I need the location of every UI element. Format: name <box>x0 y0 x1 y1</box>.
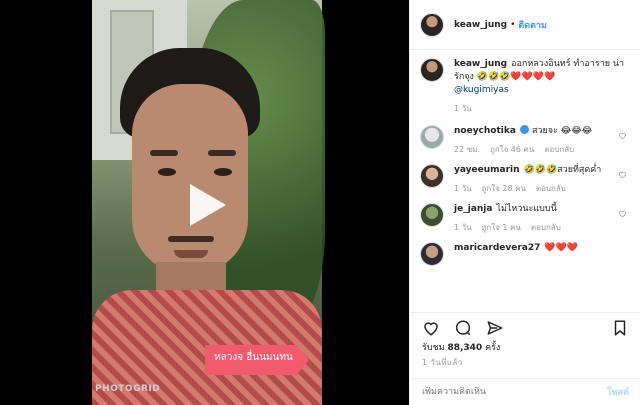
post-sidebar: keaw_jung • ติดตาม keaw_jung ออกหลวงอินทร… <box>409 0 640 405</box>
views-suffix: ครั้ง <box>485 343 501 353</box>
comments-list[interactable]: keaw_jung ออกหลวงอินทร์ ทำอาราย น่ารักจุง… <box>410 58 640 308</box>
comment-time: 22 ชม. <box>454 145 480 154</box>
mustache <box>168 236 214 242</box>
reply-button[interactable]: ตอบกลับ <box>531 221 561 234</box>
comment-likes[interactable]: ถูกใจ 28 คน <box>482 182 526 195</box>
sticker-text: หลวงจ อื่นนมนทน <box>214 352 293 363</box>
comment-text: 🤣🤣🤣สวยที่สุดค่ำ <box>523 165 602 175</box>
comment-meta: 1 วัน ถูกใจ 28 คน ตอบกลับ <box>454 182 631 195</box>
comment-text-block: yayeeumarin 🤣🤣🤣สวยที่สุดค่ำ <box>454 164 631 177</box>
comment-text-block: noeychotika สวยจะ 😂😂😂 <box>454 125 631 138</box>
left-eye <box>158 168 176 176</box>
person-face <box>132 84 248 274</box>
avatar[interactable] <box>420 242 444 266</box>
comment-text-block: je_janja ไม่ไหวนะแบบนี้ <box>454 203 631 216</box>
header-username[interactable]: keaw_jung <box>454 20 507 30</box>
list-item: maricardevera27 ❤️❤️❤️ <box>410 242 640 266</box>
comment-meta: 1 วัน ถูกใจ 1 คน ตอบกลับ <box>454 221 631 234</box>
views-label: รับชม <box>422 343 445 353</box>
post-timestamp[interactable]: 1 วันที่แล้ว <box>422 356 463 369</box>
caption-time: 1 วัน <box>454 104 472 113</box>
caption-text-block: keaw_jung ออกหลวงอินทร์ ทำอาราย น่ารักจุง… <box>454 58 631 97</box>
like-comment-heart-icon[interactable] <box>618 131 627 140</box>
reply-button[interactable]: ตอบกลับ <box>544 143 574 156</box>
list-item: yayeeumarin 🤣🤣🤣สวยที่สุดค่ำ 1 วัน ถูกใจ 2… <box>410 164 640 195</box>
like-heart-icon[interactable] <box>422 319 440 337</box>
caption-mention[interactable]: @kugimiyas <box>454 85 509 95</box>
comment-username[interactable]: noeychotika <box>454 126 516 136</box>
comment-text: ❤️❤️❤️ <box>544 243 578 253</box>
action-bar <box>410 312 640 342</box>
left-eyebrow <box>150 150 178 156</box>
comment-input[interactable] <box>422 387 607 397</box>
right-eyebrow <box>208 150 236 156</box>
avatar[interactable] <box>420 164 444 188</box>
comment-text-block: maricardevera27 ❤️❤️❤️ <box>454 242 631 255</box>
reply-button[interactable]: ตอบกลับ <box>536 182 566 195</box>
comment-time: 1 วัน <box>454 184 472 193</box>
follow-button[interactable]: ติดตาม <box>518 18 547 32</box>
photogrid-watermark: PHOTOGRID <box>95 384 161 394</box>
share-icon[interactable] <box>486 319 504 337</box>
comment-likes[interactable]: ถูกใจ 1 คน <box>482 221 521 234</box>
caption-meta: 1 วัน <box>454 102 631 115</box>
verified-badge-icon <box>519 125 529 134</box>
comment-username[interactable]: yayeeumarin <box>454 165 520 175</box>
list-item: noeychotika สวยจะ 😂😂😂 22 ชม. ถูกใจ 46 คน … <box>410 125 640 156</box>
avatar[interactable] <box>420 12 444 37</box>
video-player[interactable]: หลวงจ อื่นนมนทน PHOTOGRID <box>0 0 409 405</box>
avatar[interactable] <box>420 203 444 227</box>
comment-meta: 22 ชม. ถูกใจ 46 คน ตอบกลับ <box>454 143 631 156</box>
mouth <box>174 250 208 258</box>
comment-time: 1 วัน <box>454 223 472 232</box>
view-count[interactable]: รับชม 88,340 ครั้ง <box>422 340 500 354</box>
post-header: keaw_jung • ติดตาม <box>410 0 640 50</box>
caption-item: keaw_jung ออกหลวงอินทร์ ทำอาราย น่ารักจุง… <box>410 58 640 115</box>
play-icon[interactable] <box>182 182 228 228</box>
right-eye <box>214 168 232 176</box>
comment-bubble-icon[interactable] <box>454 319 472 337</box>
like-comment-heart-icon[interactable] <box>618 170 627 179</box>
instagram-post-modal: หลวงจ อื่นนมนทน PHOTOGRID keaw_jung • ติ… <box>0 0 640 405</box>
views-number: 88,340 <box>447 343 483 353</box>
avatar[interactable] <box>420 125 444 149</box>
like-comment-heart-icon[interactable] <box>618 209 627 218</box>
caption-username[interactable]: keaw_jung <box>454 59 507 69</box>
list-item: je_janja ไม่ไหวนะแบบนี้ 1 วัน ถูกใจ 1 คน … <box>410 203 640 234</box>
add-comment-bar: โพสต์ <box>410 378 640 405</box>
comment-likes[interactable]: ถูกใจ 46 คน <box>490 143 534 156</box>
bookmark-icon[interactable] <box>611 319 629 337</box>
comment-text: ไม่ไหวนะแบบนี้ <box>496 204 557 214</box>
comment-username[interactable]: maricardevera27 <box>454 243 540 253</box>
post-comment-button[interactable]: โพสต์ <box>607 385 629 399</box>
comment-text: สวยจะ 😂😂😂 <box>531 126 593 136</box>
separator-dot: • <box>510 19 516 30</box>
avatar[interactable] <box>420 58 444 82</box>
comment-username[interactable]: je_janja <box>454 204 492 214</box>
